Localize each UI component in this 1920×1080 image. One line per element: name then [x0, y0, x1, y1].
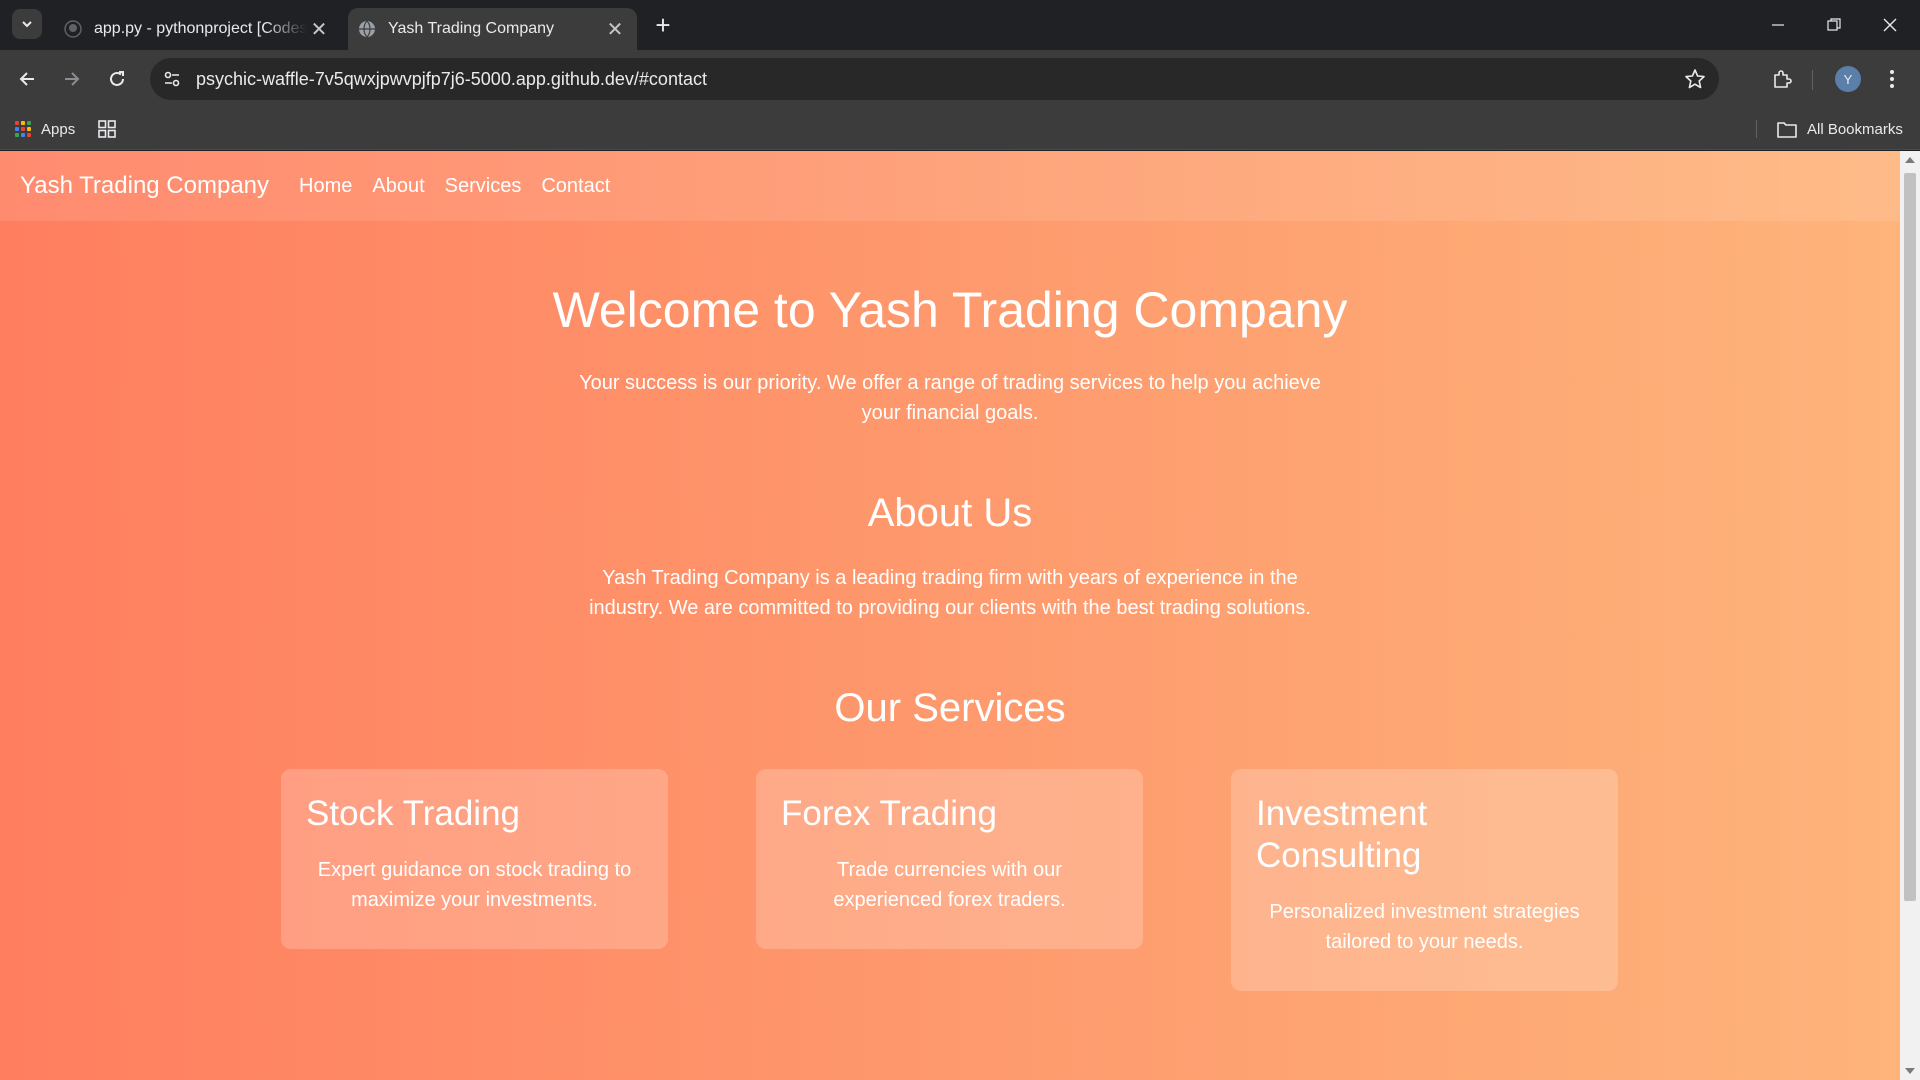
nav-services[interactable]: Services: [445, 175, 522, 198]
arrow-right-icon: [65, 72, 80, 86]
browser-menu-button[interactable]: [1880, 63, 1904, 95]
toolbar-divider: [1812, 70, 1813, 90]
browser-toolbar: psychic-waffle-7v5qwxjpwvpjfp7j6-5000.ap…: [0, 50, 1920, 108]
close-icon: [1883, 18, 1897, 32]
globe-icon: [359, 20, 375, 38]
page-scrollbar[interactable]: [1900, 151, 1920, 1080]
url-text[interactable]: psychic-waffle-7v5qwxjpwvpjfp7j6-5000.ap…: [196, 69, 707, 90]
tab-yash-trading[interactable]: Yash Trading Company ✕: [348, 8, 637, 50]
service-card-title: Forex Trading: [781, 794, 997, 833]
minimize-icon: [1772, 24, 1784, 26]
scrollbar-thumb[interactable]: [1904, 173, 1916, 901]
bookmark-star-icon[interactable]: [1683, 67, 1707, 91]
folder-icon: [1777, 121, 1797, 138]
minimize-button[interactable]: [1750, 0, 1806, 50]
site-info-icon[interactable]: [160, 67, 184, 91]
tab-title: Yash Trading Company: [388, 20, 555, 37]
profile-avatar[interactable]: Y: [1835, 66, 1861, 92]
close-window-button[interactable]: [1862, 0, 1918, 50]
site-brand[interactable]: Yash Trading Company: [20, 172, 269, 200]
kebab-menu-icon: [1890, 70, 1894, 88]
nav-about[interactable]: About: [372, 175, 424, 198]
puzzle-icon: [1774, 70, 1792, 88]
all-bookmarks-button[interactable]: All Bookmarks: [1777, 118, 1903, 140]
tab-search-button[interactable]: [12, 9, 42, 39]
forward-button[interactable]: [56, 63, 88, 95]
apps-grid-icon: [15, 120, 32, 138]
tab-groups-button[interactable]: [96, 118, 118, 140]
service-card-text: Expert guidance on stock trading to maxi…: [317, 859, 632, 911]
about-text: Yash Trading Company is a leading tradin…: [589, 567, 1311, 619]
tab-strip: app.py - pythonproject [Codespaces: psyc…: [0, 0, 1920, 50]
page-viewport: Yash Trading Company Home About Services…: [0, 151, 1900, 1080]
service-card-forex: Forex Trading Trade currencies with our …: [756, 769, 1143, 949]
scroll-up-arrow-icon[interactable]: [1905, 157, 1915, 163]
scroll-down-arrow-icon[interactable]: [1905, 1068, 1915, 1074]
new-tab-button[interactable]: +: [650, 10, 676, 40]
restore-button[interactable]: [1806, 0, 1862, 50]
tab-groups-icon: [98, 120, 116, 138]
service-card-title: Stock Trading: [306, 794, 520, 833]
tab-codespace[interactable]: app.py - pythonproject [Codespaces: psyc…: [54, 8, 341, 50]
hero-text: Your success is our priority. We offer a…: [579, 372, 1321, 424]
tab-title: app.py - pythonproject [Codespaces: psyc…: [94, 20, 307, 37]
service-card-text: Trade currencies with our experienced fo…: [833, 859, 1066, 911]
about-text-wrap: Yash Trading Company is a leading tradin…: [0, 563, 1900, 623]
all-bookmarks-label: All Bookmarks: [1807, 120, 1903, 138]
extensions-button[interactable]: [1766, 63, 1798, 95]
bookmarks-bar: Apps All Bookmarks: [0, 108, 1920, 150]
apps-label: Apps: [41, 120, 76, 138]
arrow-left-icon: [19, 72, 34, 86]
back-button[interactable]: [11, 63, 43, 95]
bookmarks-divider: [1756, 120, 1757, 138]
close-tab-icon[interactable]: ✕: [603, 17, 627, 41]
apps-bookmark[interactable]: Apps: [15, 118, 75, 140]
service-card-investment: Investment Consulting Personalized inves…: [1231, 769, 1618, 991]
address-bar[interactable]: psychic-waffle-7v5qwxjpwvpjfp7j6-5000.ap…: [150, 58, 1719, 100]
service-card-text: Personalized investment strategies tailo…: [1269, 901, 1580, 953]
services-title: Our Services: [834, 686, 1066, 730]
about-title: About Us: [867, 491, 1033, 535]
chevron-down-icon: [22, 21, 32, 28]
reload-button[interactable]: [101, 63, 133, 95]
restore-icon: [1827, 18, 1841, 31]
service-card-stock: Stock Trading Expert guidance on stock t…: [281, 769, 668, 949]
site-navbar: Yash Trading Company Home About Services…: [0, 151, 1900, 221]
hero-text-wrap: Your success is our priority. We offer a…: [0, 368, 1900, 428]
github-icon: [64, 20, 82, 38]
hero-title: Welcome to Yash Trading Company: [552, 282, 1348, 338]
reload-icon: [110, 71, 124, 86]
nav-home[interactable]: Home: [299, 175, 352, 198]
nav-contact[interactable]: Contact: [541, 175, 610, 198]
close-tab-icon[interactable]: ✕: [307, 17, 331, 41]
service-card-title: Investment Consulting: [1256, 794, 1428, 875]
